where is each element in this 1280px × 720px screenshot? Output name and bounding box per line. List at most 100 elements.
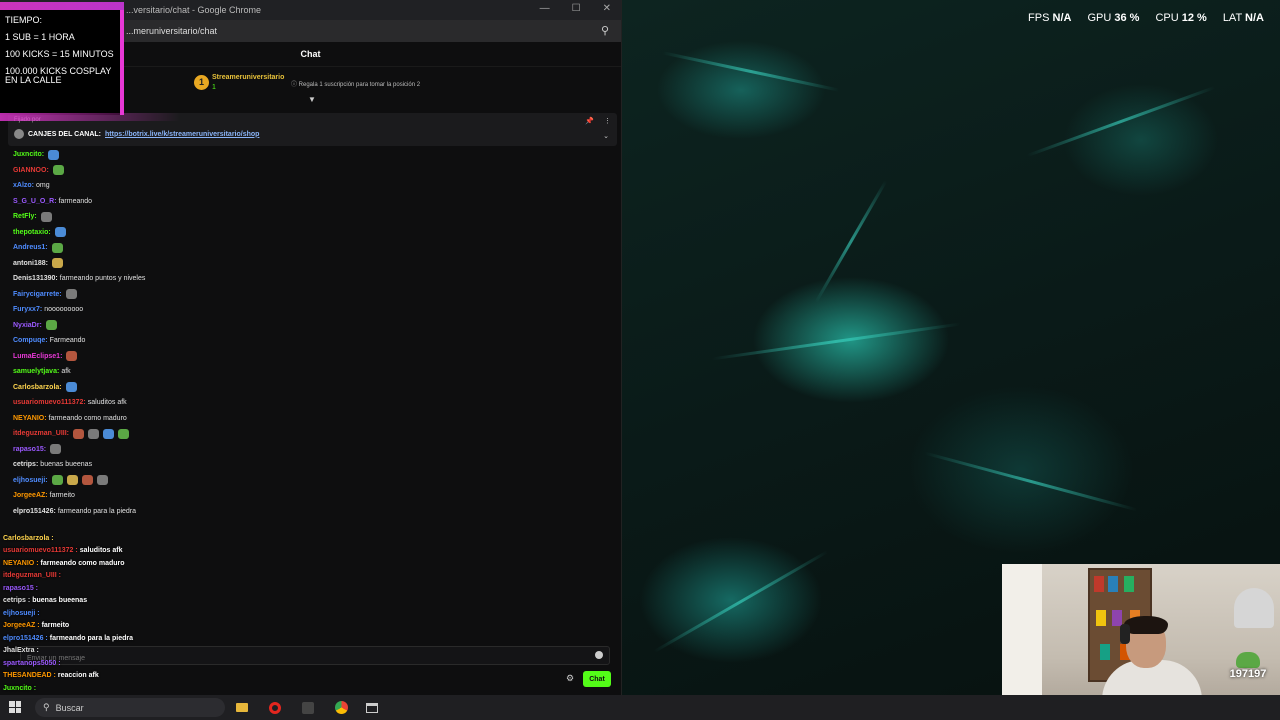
emote-icon <box>65 382 77 393</box>
chat-message: Carlosbarzola: <box>13 380 603 396</box>
fern-leaf <box>662 51 840 92</box>
tiempo-line-cosplay: 100.000 KICKS COSPLAY EN LA CALLE <box>5 66 112 85</box>
sub-goal-badge: 197197 <box>1222 652 1274 682</box>
emoji-icon[interactable] <box>595 651 603 659</box>
app-icon[interactable] <box>298 698 318 717</box>
chat-username[interactable]: Andreus1: <box>13 244 48 251</box>
rank-badge-icon: 1 <box>194 75 209 90</box>
tiempo-panel: TIEMPO: 1 SUB = 1 HORA 100 KICKS = 15 MI… <box>0 10 124 115</box>
overlay-chat-message: usuariomuevo111372 : saluditos afk <box>0 545 260 558</box>
overlay-chat-message: NEYANIO : farmeando como maduro <box>0 557 260 570</box>
window-icon[interactable] <box>362 698 382 717</box>
chat-username[interactable]: GIANNOO: <box>13 167 49 174</box>
overlay-username: eljhosueji : <box>3 609 40 617</box>
headset-icon <box>1120 624 1130 644</box>
chat-username[interactable]: JorgeeAZ: <box>13 492 48 499</box>
chat-message-list: Juxncito: GIANNOO: xAlzo: omg S_G_U_O_R: farm… <box>13 147 603 519</box>
chat-username[interactable]: rapaso15: <box>13 446 46 453</box>
overlay-username: cetrips : <box>3 597 31 605</box>
fern-leaf <box>814 180 888 303</box>
chat-send-button[interactable]: Chat <box>583 671 611 687</box>
address-url[interactable]: ...meruniversitario/chat <box>126 26 217 36</box>
chat-username[interactable]: Carlosbarzola: <box>13 384 62 391</box>
search-icon: ⚲ <box>43 702 50 712</box>
emote-icon <box>51 242 63 253</box>
chat-username[interactable]: eljhosueji: <box>13 477 48 484</box>
chat-username[interactable]: Juxncito: <box>13 151 44 158</box>
emote-icon <box>51 475 63 486</box>
chat-message: cetrips: buenas bueenas <box>13 457 603 473</box>
lamp <box>1234 588 1274 628</box>
gift-leader-username[interactable]: Streameruniversitario <box>212 74 284 81</box>
streamer-hair <box>1124 616 1168 634</box>
pinned-link[interactable]: https://botrix.live/k/streameruniversita… <box>105 131 259 138</box>
close-icon[interactable]: ✕ <box>603 3 611 14</box>
chevron-down-icon[interactable]: ⌄ <box>603 132 609 140</box>
chat-username[interactable]: Fairycigarrete: <box>13 291 62 298</box>
overlay-message-text: saluditos afk <box>79 547 123 555</box>
chat-message: Juxncito: <box>13 147 603 163</box>
pinned-actions: 📌 ⋮ <box>585 117 611 125</box>
fps-stat: FPS N/A <box>1028 12 1072 24</box>
emote-icon <box>54 227 66 238</box>
performance-stats: FPS N/A GPU 36 % CPU 12 % LAT N/A <box>1028 12 1264 24</box>
windows-start-icon[interactable] <box>9 701 21 713</box>
overlay-username: elpro151426 : <box>3 634 48 642</box>
chat-message: elpro151426: farmeando para la piedra <box>13 504 603 520</box>
chat-username[interactable]: LumaEclipse1: <box>13 353 62 360</box>
more-options-icon[interactable]: ⋮ <box>604 117 611 125</box>
emote-icon <box>40 211 52 222</box>
chat-username[interactable]: antoni188: <box>13 260 48 267</box>
overlay-username: rapaso15 : <box>3 584 39 592</box>
chat-message-text: farmeito <box>49 492 75 500</box>
taskbar-search[interactable]: ⚲ Buscar <box>35 698 225 717</box>
window-title: ...versitario/chat - Google Chrome <box>126 5 262 15</box>
chat-username[interactable]: Furyxx7: <box>13 306 42 313</box>
chat-message: rapaso15: <box>13 442 603 458</box>
overlay-username: NEYANIO : <box>3 559 39 567</box>
files-icon[interactable] <box>232 698 252 717</box>
overlay-chat-message: spartanops5050 : <box>0 657 260 670</box>
chat-message: Denis131390: farmeando puntos y niveles <box>13 271 603 287</box>
chat-username[interactable]: samuelytjava: <box>13 368 59 375</box>
search-icon[interactable]: ⚲ <box>601 24 609 37</box>
scroll-down-icon[interactable]: ▼ <box>308 95 316 104</box>
chat-username[interactable]: itdeguzman_UIII: <box>13 430 69 437</box>
maximize-icon[interactable]: ☐ <box>572 3 581 14</box>
chat-message: GIANNOO: <box>13 163 603 179</box>
overlay-username: itdeguzman_UIII : <box>3 572 61 580</box>
latency-stat: LAT N/A <box>1222 12 1264 24</box>
chat-username[interactable]: NyxiaDr: <box>13 322 42 329</box>
overlay-chat-message: JhalExtra : <box>0 645 260 658</box>
pin-icon[interactable]: 📌 <box>585 117 594 125</box>
overlay-chat-message: JorgeeAZ : farmeito <box>0 620 260 633</box>
chat-username[interactable]: NEYANIO: <box>13 415 47 422</box>
chat-username[interactable]: usuariomuevo111372: <box>13 399 86 406</box>
chat-username[interactable]: Compuqe: <box>13 337 48 344</box>
overlay-username: JhalExtra : <box>3 647 39 655</box>
chat-message-text: farmeando como maduro <box>48 414 127 422</box>
chat-message-text: farmeando <box>58 197 93 205</box>
chat-username[interactable]: thepotaxio: <box>13 229 51 236</box>
chat-username[interactable]: RetFly: <box>13 213 37 220</box>
chrome-icon[interactable] <box>331 698 351 717</box>
chat-message-text: farmeando para la piedra <box>57 507 137 515</box>
opera-icon[interactable] <box>265 698 285 717</box>
minimize-icon[interactable]: — <box>540 3 550 14</box>
chat-username[interactable]: xAlzo: <box>13 182 34 189</box>
tiempo-line-kicks: 100 KICKS = 15 MINUTOS <box>5 49 114 59</box>
gear-icon[interactable]: ⚙ <box>566 673 574 684</box>
bot-avatar-icon <box>14 129 24 139</box>
book <box>1112 610 1122 626</box>
chat-message-text: omg <box>36 182 50 190</box>
chat-message: LumaEclipse1: <box>13 349 603 365</box>
chat-message: Andreus1: <box>13 240 603 256</box>
chat-username[interactable]: Denis131390: <box>13 275 58 282</box>
chat-username[interactable]: elpro151426: <box>13 508 56 515</box>
chat-message: JorgeeAZ: farmeito <box>13 488 603 504</box>
chat-message: S_G_U_O_R: farmeando <box>13 194 603 210</box>
chat-message: eljhosueji: <box>13 473 603 489</box>
chat-username[interactable]: cetrips: <box>13 461 38 468</box>
chat-username[interactable]: S_G_U_O_R: <box>13 198 57 205</box>
overlay-chat-message: Carlosbarzola : <box>0 532 260 545</box>
